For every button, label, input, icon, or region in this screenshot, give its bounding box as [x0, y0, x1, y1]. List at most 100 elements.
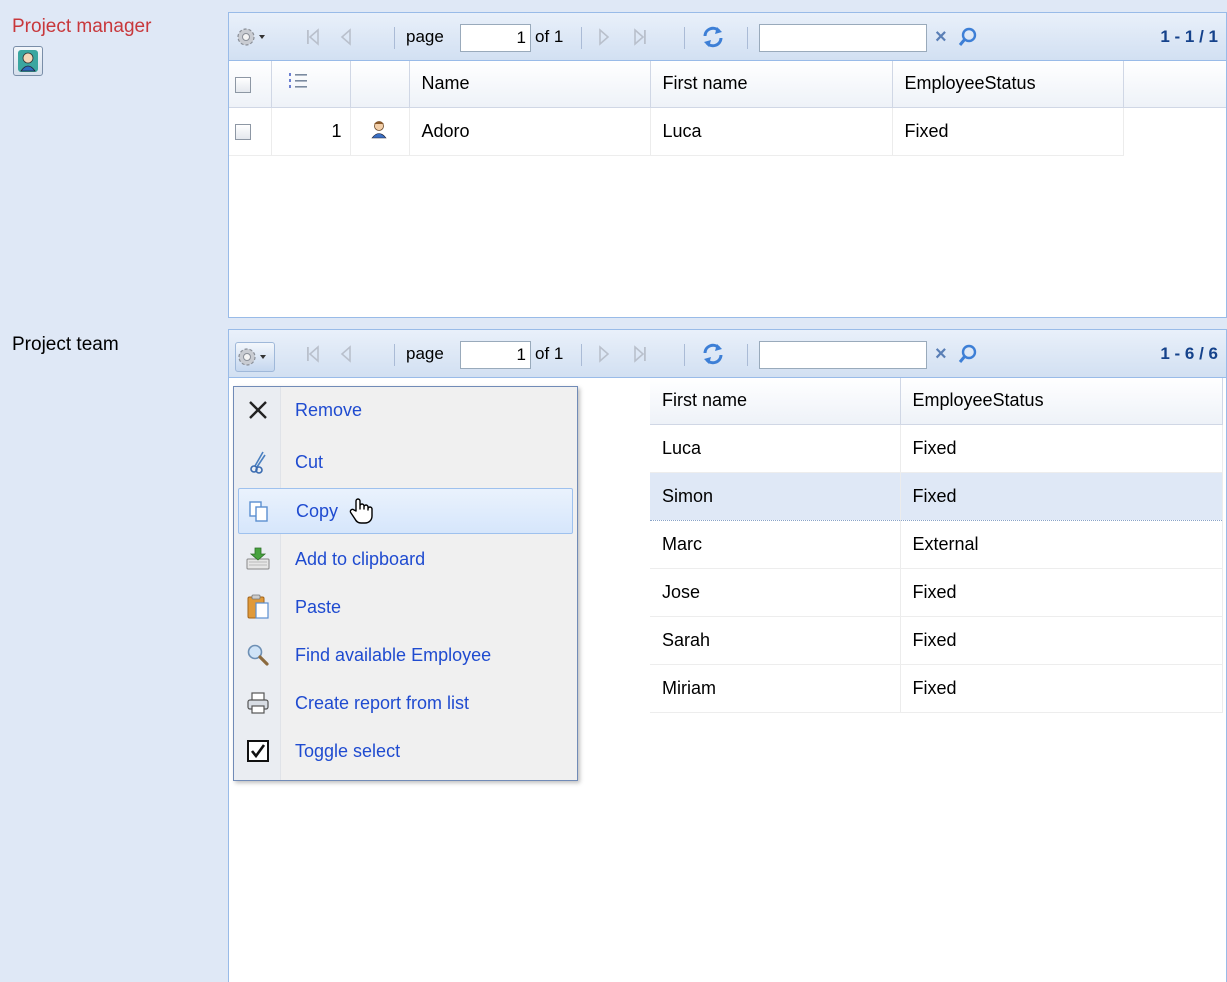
- menu-item-label: Remove: [295, 399, 363, 420]
- employee-icon-cell: [350, 107, 410, 156]
- menu-item-label: Add to clipboard: [295, 548, 426, 569]
- project-team-table: First name EmployeeStatus Luca Fixed Sim…: [650, 378, 1223, 713]
- refresh-button[interactable]: [700, 13, 726, 61]
- menu-item-create-report[interactable]: Create report from list: [238, 680, 573, 726]
- refresh-button[interactable]: [700, 330, 726, 378]
- cell-first-name: Luca: [650, 107, 893, 156]
- first-page-button[interactable]: [305, 13, 321, 61]
- numbered-list-icon: [288, 73, 307, 89]
- close-icon: [238, 387, 278, 433]
- column-header-name[interactable]: Name: [409, 61, 651, 108]
- table-row[interactable]: Jose Fixed: [650, 568, 1223, 617]
- menu-item-label: Copy: [296, 500, 339, 521]
- row-select-cell[interactable]: [229, 107, 272, 156]
- hand-cursor-icon: [348, 497, 374, 530]
- cell-first-name: Marc: [650, 520, 901, 569]
- project-manager-label: Project manager: [12, 16, 152, 37]
- clipboard-add-icon: [238, 536, 278, 582]
- toolbar-separator: [394, 344, 395, 366]
- filler-header: [1123, 61, 1226, 108]
- column-header-first-name[interactable]: First name: [650, 378, 901, 425]
- prev-page-icon: [340, 28, 351, 46]
- select-all-checkbox[interactable]: [235, 76, 251, 93]
- last-page-button[interactable]: [632, 330, 648, 378]
- page-label: page: [406, 344, 444, 363]
- cell-first-name: Jose: [650, 568, 901, 617]
- menu-item-cut[interactable]: Cut: [238, 439, 573, 485]
- page-number-input[interactable]: [460, 341, 531, 369]
- clear-search-button[interactable]: ×: [935, 330, 947, 378]
- record-range: 1 - 1 / 1: [1160, 27, 1218, 46]
- prev-page-button[interactable]: [339, 13, 353, 61]
- search-input[interactable]: [759, 341, 927, 369]
- page-count-label: of 1: [535, 27, 564, 46]
- table-row[interactable]: Sarah Fixed: [650, 616, 1223, 665]
- cell-employee-status: Fixed: [900, 471, 1223, 521]
- checkbox-checked-icon: [238, 728, 278, 774]
- menu-item-paste[interactable]: Paste: [238, 584, 573, 630]
- menu-item-find-available-employee[interactable]: Find available Employee: [238, 632, 573, 678]
- actions-menu-button[interactable]: [235, 342, 275, 372]
- copy-icon: [239, 488, 279, 534]
- last-page-icon: [634, 28, 646, 46]
- search-button[interactable]: [957, 330, 979, 378]
- search-icon: [958, 344, 977, 363]
- toolbar-separator: [394, 27, 395, 49]
- search-input[interactable]: [759, 24, 927, 52]
- row-number: 1: [271, 107, 351, 156]
- next-page-icon: [599, 345, 610, 363]
- cell-first-name: Simon: [650, 471, 901, 521]
- toolbar-separator: [747, 27, 748, 49]
- actions-menu-button[interactable]: [235, 13, 275, 61]
- person-icon: [18, 50, 38, 72]
- next-page-icon: [599, 28, 610, 46]
- menu-item-toggle-select[interactable]: Toggle select: [238, 728, 573, 774]
- employee-icon: [370, 120, 387, 138]
- toolbar-separator: [684, 344, 685, 366]
- row-checkbox[interactable]: [235, 123, 251, 140]
- table-row[interactable]: Simon Fixed: [650, 471, 1223, 521]
- cell-first-name: Sarah: [650, 616, 901, 665]
- last-page-icon: [634, 345, 646, 363]
- column-header-employee-status[interactable]: EmployeeStatus: [892, 61, 1124, 108]
- table-row[interactable]: Luca Fixed: [650, 424, 1223, 473]
- toolbar-separator: [684, 27, 685, 49]
- menu-item-label: Find available Employee: [295, 644, 492, 665]
- table-row[interactable]: Marc External: [650, 520, 1223, 569]
- cell-employee-status: Fixed: [900, 664, 1223, 713]
- next-page-button[interactable]: [597, 330, 611, 378]
- column-header-employee-status[interactable]: EmployeeStatus: [900, 378, 1223, 425]
- first-page-button[interactable]: [305, 330, 321, 378]
- magnifier-icon: [238, 632, 278, 678]
- menu-item-remove[interactable]: Remove: [238, 387, 573, 433]
- menu-item-label: Create report from list: [295, 692, 470, 713]
- clear-search-button[interactable]: ×: [935, 13, 947, 61]
- next-page-button[interactable]: [597, 13, 611, 61]
- cell-employee-status: Fixed: [900, 568, 1223, 617]
- page-label: page: [406, 27, 444, 46]
- select-project-manager-button[interactable]: [13, 46, 43, 76]
- search-icon: [958, 27, 977, 46]
- menu-item-add-to-clipboard[interactable]: Add to clipboard: [238, 536, 573, 582]
- project-team-label: Project team: [12, 334, 119, 355]
- table-row[interactable]: Miriam Fixed: [650, 664, 1223, 713]
- last-page-button[interactable]: [632, 13, 648, 61]
- select-all-header[interactable]: [229, 61, 272, 108]
- grid-actions-menu: Remove Cut Copy Add to clipboard Paste F…: [233, 386, 578, 781]
- project-manager-table: Name First name EmployeeStatus 1 Adoro L…: [229, 61, 1226, 156]
- prev-page-button[interactable]: [339, 330, 353, 378]
- filler-cell: [1123, 107, 1226, 155]
- menu-item-copy[interactable]: Copy: [238, 488, 573, 534]
- first-page-icon: [307, 345, 319, 363]
- first-page-icon: [307, 28, 319, 46]
- column-header-first-name[interactable]: First name: [650, 61, 893, 108]
- grid-toolbar: page of 1 × 1 - 1 / 1: [229, 13, 1226, 61]
- page-number-input[interactable]: [460, 24, 531, 52]
- table-row[interactable]: 1 Adoro Luca Fixed: [229, 107, 1226, 156]
- paste-icon: [238, 584, 278, 630]
- scissors-icon: [238, 439, 278, 485]
- gear-icon: [238, 348, 266, 366]
- search-button[interactable]: [957, 13, 979, 61]
- grid-toolbar: page of 1 × 1 - 6 / 6: [229, 330, 1226, 378]
- cell-employee-status: Fixed: [900, 424, 1223, 473]
